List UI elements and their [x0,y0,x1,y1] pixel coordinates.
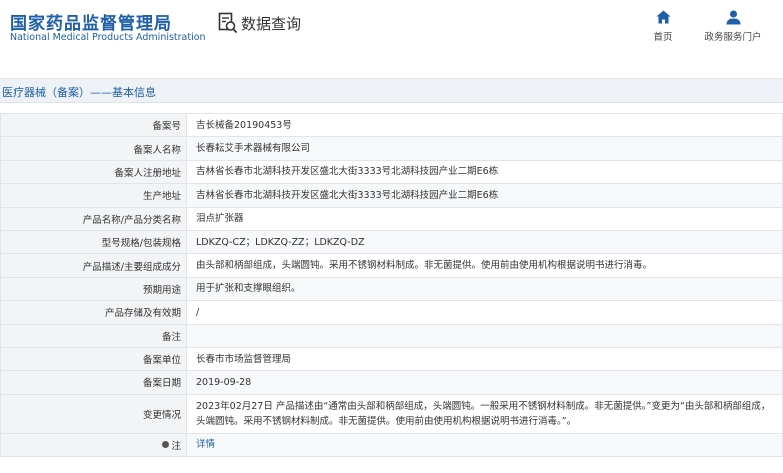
table-row: 预期用途 用于扩张和支撑眼组织。 [0,276,783,302]
field-label: 产品存储及有效期 [0,300,187,325]
note-value-cell: 详情 [186,432,783,458]
table-row: 备案号 吉长械备20190453号 [0,112,783,138]
field-label: 备案单位 [0,346,187,372]
table-row: 备注 [0,323,783,348]
field-value: 泪点扩张器 [186,206,783,231]
table-row: 注 详情 [0,432,783,458]
logo-subtitle: National Medical Products Administration [10,32,206,43]
field-value: 吉林省长春市北湖科技开发区盛北大街3333号北湖科技园产业二期E6栋 [186,183,783,208]
details-link[interactable]: 详情 [196,439,215,450]
table-row: 产品描述/主要组成成分 由头部和柄部组成，头端圆钝。采用不锈钢材料制成。非无菌提… [0,253,783,278]
field-label: 备注 [0,323,187,348]
note-label-cell: 注 [0,432,187,458]
field-label: 产品名称/产品分类名称 [0,206,187,231]
lightbulb-icon [162,441,170,449]
home-icon [628,8,698,26]
nav-home-label: 首页 [653,32,673,43]
table-row: 备案日期 2019-09-28 [0,370,783,395]
logo-title[interactable]: 国家药品监督管理局 [10,9,172,34]
field-value: 由头部和柄部组成，头端圆钝。采用不锈钢材料制成。非无菌提供。使用前由使用机构根据… [186,253,783,278]
field-value [186,323,783,348]
field-label: 型号规格/包装规格 [0,229,187,255]
field-label: 预期用途 [0,276,187,302]
site-header: 国家药品监督管理局 National Medical Products Admi… [0,0,783,62]
note-label: 注 [162,438,181,452]
nav-gov-service-portal[interactable]: 政务服务门户 [698,8,768,43]
table-row: 型号规格/包装规格 LDKZQ-CZ；LDKZQ-ZZ；LDKZQ-DZ [0,229,783,255]
table-row: 产品存储及有效期 / [0,300,783,325]
field-value: 长春耘艾手术器械有限公司 [186,136,783,161]
data-query-label: 数据查询 [241,14,302,33]
nav-home[interactable]: 首页 [628,8,698,43]
user-icon [698,8,768,26]
field-label: 备案人注册地址 [0,159,187,185]
field-value: 2019-09-28 [186,370,783,395]
field-value: LDKZQ-CZ；LDKZQ-ZZ；LDKZQ-DZ [186,229,783,255]
field-label: 注 [171,440,181,452]
field-value: 吉长械备20190453号 [186,112,783,138]
document-search-icon [218,12,238,34]
field-label: 备案日期 [0,370,187,395]
field-label: 备案号 [0,112,187,138]
field-label: 变更情况 [0,393,187,434]
field-value: 长春市市场监督管理局 [186,346,783,372]
section-title-bar: 医疗器械（备案）——基本信息 [0,78,783,103]
table-row: 产品名称/产品分类名称 泪点扩张器 [0,206,783,231]
table-row: 变更情况 2023年02月27日 产品描述由“通常由头部和柄部组成，头端圆钝。一… [0,393,783,434]
data-query-title: 数据查询 [218,12,301,34]
field-label: 产品描述/主要组成成分 [0,253,187,278]
table-row: 备案单位 长春市市场监督管理局 [0,346,783,372]
field-label: 生产地址 [0,183,187,208]
table-row: 生产地址 吉林省长春市北湖科技开发区盛北大街3333号北湖科技园产业二期E6栋 [0,183,783,208]
field-value: 2023年02月27日 产品描述由“通常由头部和柄部组成，头端圆钝。一般采用不锈… [186,393,783,434]
nav-portal-label: 政务服务门户 [704,32,762,43]
field-label: 备案人名称 [0,136,187,161]
record-info-table: 备案号 吉长械备20190453号 备案人名称 长春耘艾手术器械有限公司 备案人… [0,112,783,458]
section-title: 医疗器械（备案）——基本信息 [2,86,156,99]
table-row: 备案人注册地址 吉林省长春市北湖科技开发区盛北大街3333号北湖科技园产业二期E… [0,159,783,185]
table-row: 备案人名称 长春耘艾手术器械有限公司 [0,136,783,161]
field-value: 用于扩张和支撑眼组织。 [186,276,783,302]
field-value: / [186,300,783,325]
field-value: 吉林省长春市北湖科技开发区盛北大街3333号北湖科技园产业二期E6栋 [186,159,783,185]
